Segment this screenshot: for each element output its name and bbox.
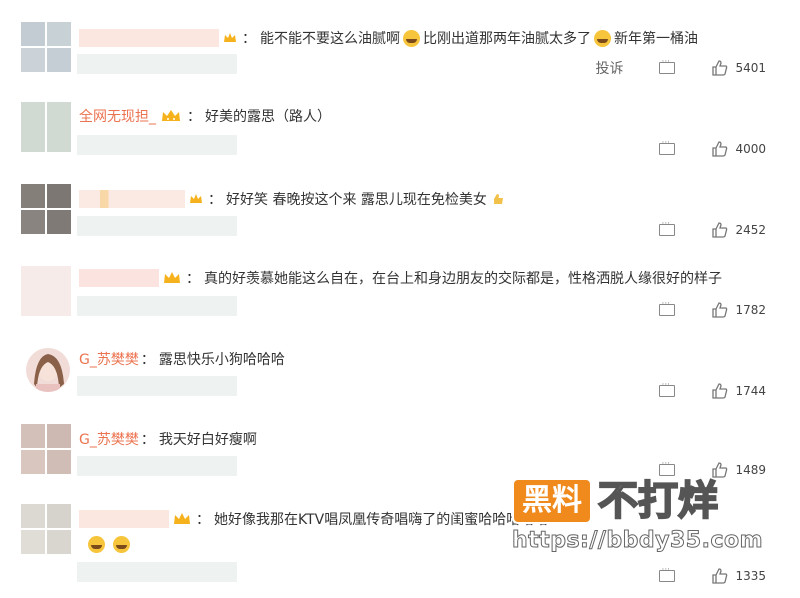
thumbs-up-icon[interactable] xyxy=(711,140,729,158)
reply-preview-mosaic xyxy=(77,456,237,476)
report-button[interactable]: 投诉 xyxy=(595,58,623,78)
laughing-emoji-icon xyxy=(594,29,611,47)
username-mosaic[interactable] xyxy=(79,269,159,287)
comment-icon[interactable] xyxy=(659,565,676,582)
comment-text: 我天好白好瘦啊 xyxy=(158,432,257,448)
comment-icon[interactable] xyxy=(659,459,676,476)
username[interactable]: 全网无现担_ xyxy=(79,106,156,126)
thumbs-up-icon[interactable] xyxy=(711,221,729,239)
comment-text: 好好笑 春晚按这个来 露思儿现在免检美女 xyxy=(226,192,487,208)
thumbs-up-emoji-icon xyxy=(491,192,505,206)
avatar[interactable] xyxy=(21,424,71,474)
comment-text: 好美的露思（路人） xyxy=(205,109,331,125)
avatar[interactable] xyxy=(21,266,71,316)
like-count: 4000 xyxy=(735,142,766,156)
reply-preview-mosaic xyxy=(77,296,237,316)
comment-text: 能不能不要这么油腻啊 xyxy=(260,31,400,47)
crown-icon xyxy=(189,192,203,206)
comment-icon[interactable] xyxy=(659,380,676,397)
crown-icon xyxy=(173,511,191,527)
watermark-brand-text: 不打烊 xyxy=(597,478,719,524)
laughing-emoji-icon xyxy=(403,29,420,47)
laughing-emoji-icon xyxy=(113,535,130,553)
username[interactable]: G_苏樊樊 xyxy=(79,429,139,449)
thumbs-up-icon[interactable] xyxy=(711,461,729,479)
reply-preview-mosaic xyxy=(77,376,237,396)
comment-text: 新年第一桶油 xyxy=(614,31,698,47)
like-count: 5401 xyxy=(735,61,766,75)
thumbs-up-icon[interactable] xyxy=(711,301,729,319)
reply-preview-mosaic xyxy=(77,562,237,582)
watermark-brand-box: 黑料 xyxy=(512,478,592,524)
comment-text: 真的好羡慕她能这么自在，在台上和身边朋友的交际都是，性格洒脱人缘很好的样子 xyxy=(204,271,722,287)
avatar[interactable] xyxy=(21,504,71,554)
like-count: 2452 xyxy=(735,223,766,237)
like-count: 1782 xyxy=(735,303,766,317)
crown-icon xyxy=(163,270,181,286)
laughing-emoji-icon xyxy=(88,535,105,553)
watermark-url: https://bbdy35.com xyxy=(512,528,764,554)
comment-icon[interactable] xyxy=(659,138,676,155)
comment-text: 她好像我那在KTV唱凤凰传奇唱嗨了的闺蜜哈哈哈哈哈 xyxy=(214,512,549,528)
thumbs-up-icon[interactable] xyxy=(711,567,729,585)
reply-preview-mosaic xyxy=(77,216,237,236)
like-count: 1489 xyxy=(735,463,766,477)
crown-icon xyxy=(223,31,237,45)
username-mosaic[interactable] xyxy=(79,510,169,528)
reply-preview-mosaic xyxy=(77,135,237,155)
reply-preview-mosaic xyxy=(77,54,237,74)
username-mosaic[interactable] xyxy=(79,190,185,208)
avatar[interactable] xyxy=(21,184,71,234)
watermark: 黑料 不打烊 https://bbdy35.com xyxy=(512,478,774,554)
like-count: 1335 xyxy=(735,569,766,583)
username[interactable]: G_苏樊樊 xyxy=(79,349,139,369)
comment-icon[interactable] xyxy=(659,299,676,316)
crown-icon xyxy=(160,108,182,124)
avatar[interactable] xyxy=(21,102,71,152)
like-count: 1744 xyxy=(735,384,766,398)
comment-text: 比刚出道那两年油腻太多了 xyxy=(423,31,591,47)
avatar[interactable] xyxy=(21,22,71,72)
thumbs-up-icon[interactable] xyxy=(711,59,729,77)
comment-text: 露思快乐小狗哈哈哈 xyxy=(158,352,285,368)
thumbs-up-icon[interactable] xyxy=(711,382,729,400)
comment-icon[interactable] xyxy=(659,219,676,236)
avatar[interactable] xyxy=(26,348,70,392)
comment-icon[interactable] xyxy=(659,57,676,74)
username-mosaic[interactable] xyxy=(79,29,219,47)
